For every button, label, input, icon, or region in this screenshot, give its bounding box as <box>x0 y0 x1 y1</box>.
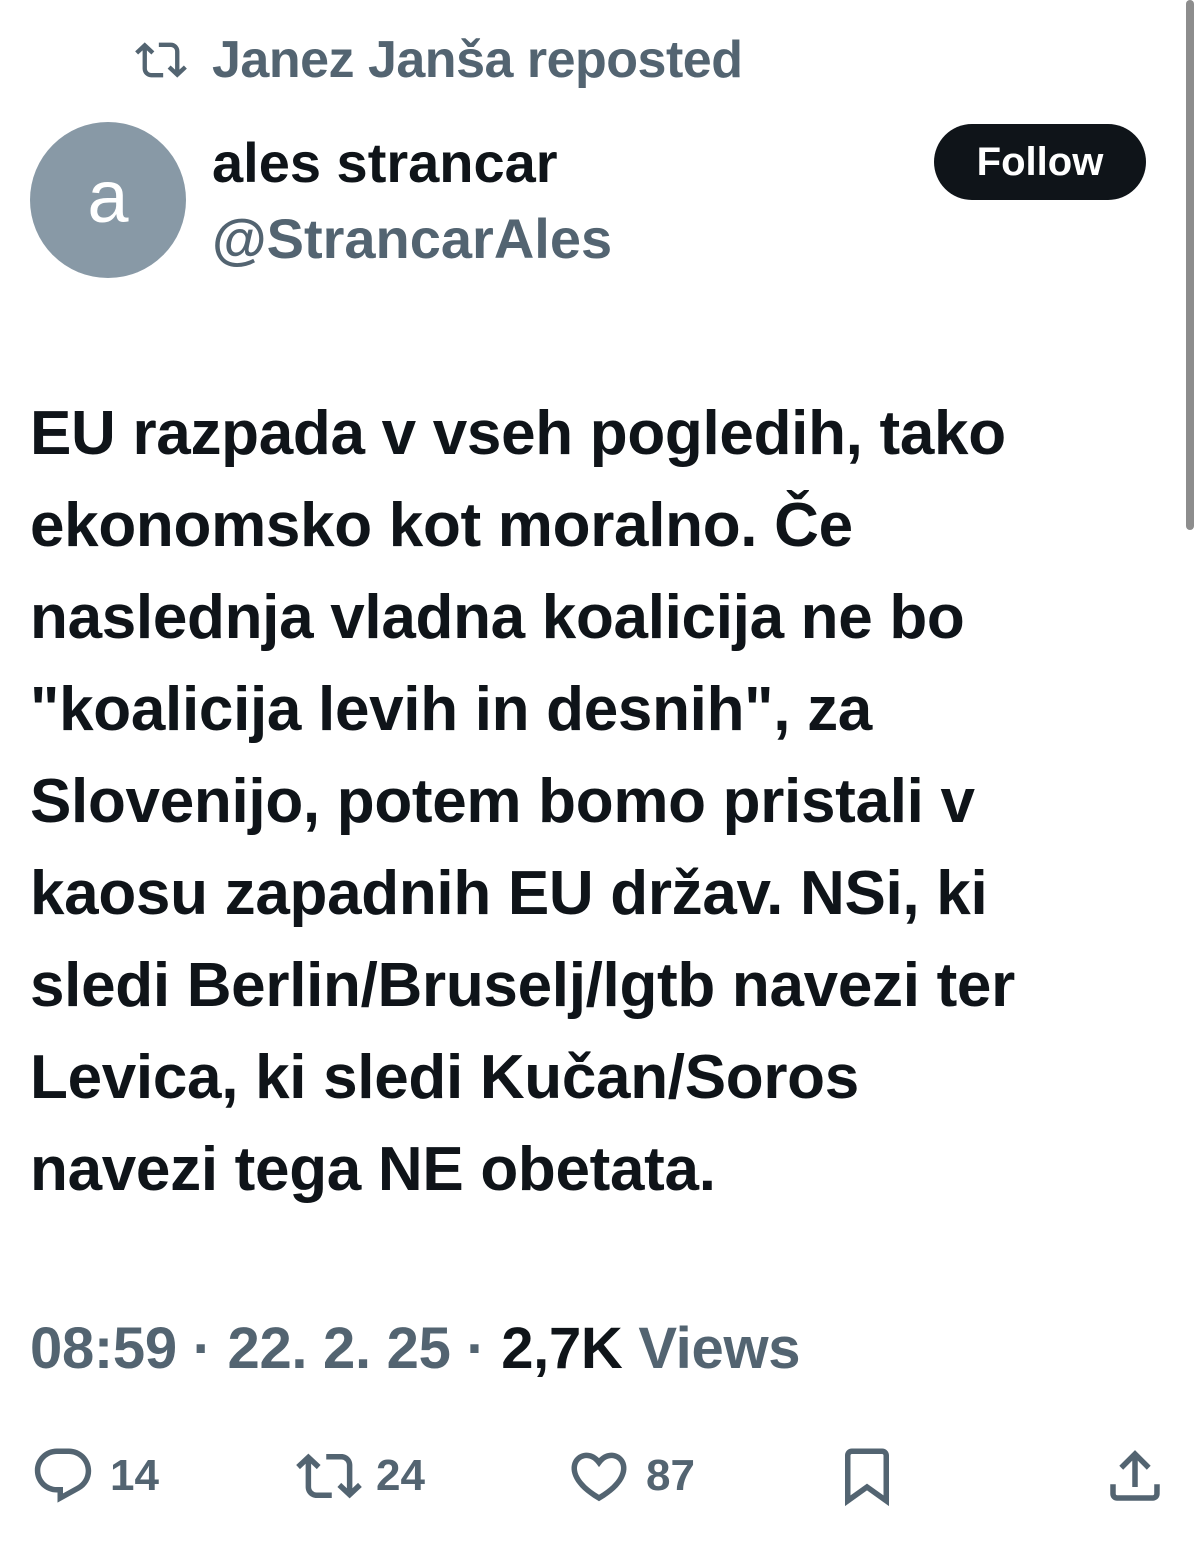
action-bar: 14 24 87 <box>0 1436 1200 1516</box>
avatar-letter: a <box>87 155 129 238</box>
scrollbar[interactable] <box>1186 0 1194 530</box>
like-count: 87 <box>646 1451 695 1500</box>
author-handle[interactable]: @StrancarAles <box>212 204 612 274</box>
reply-count: 14 <box>110 1451 159 1500</box>
bookmark-button[interactable] <box>834 1436 900 1516</box>
repost-indicator[interactable]: Janez Janša reposted <box>130 28 743 92</box>
repost-count: 24 <box>376 1451 425 1500</box>
repost-icon <box>296 1453 362 1499</box>
author-name[interactable]: ales strancar <box>212 128 558 198</box>
views-count: 2,7K <box>501 1316 623 1381</box>
tweet-meta: 08:59 · 22. 2. 25 · 2,7K Views <box>30 1314 801 1384</box>
tweet-text: EU razpada v vseh pogledih, tako ekonoms… <box>30 399 1015 1204</box>
meta-separator: · <box>176 1316 228 1381</box>
reply-button[interactable]: 14 <box>30 1436 159 1516</box>
share-icon <box>1110 1450 1160 1501</box>
tweet-date[interactable]: 22. 2. 25 <box>228 1316 451 1381</box>
share-button[interactable] <box>1102 1436 1168 1516</box>
repost-text: Janez Janša reposted <box>212 31 743 89</box>
like-button[interactable]: 87 <box>566 1436 695 1516</box>
reply-icon <box>34 1448 92 1503</box>
repost-button[interactable]: 24 <box>296 1436 425 1516</box>
bookmark-icon <box>845 1448 889 1507</box>
follow-button[interactable]: Follow <box>934 124 1146 200</box>
meta-separator: · <box>450 1316 502 1381</box>
tweet-time[interactable]: 08:59 <box>30 1316 177 1381</box>
views-label: Views <box>622 1316 801 1381</box>
avatar[interactable]: a <box>30 122 186 278</box>
heart-icon <box>571 1452 627 1502</box>
repost-icon <box>130 34 192 86</box>
